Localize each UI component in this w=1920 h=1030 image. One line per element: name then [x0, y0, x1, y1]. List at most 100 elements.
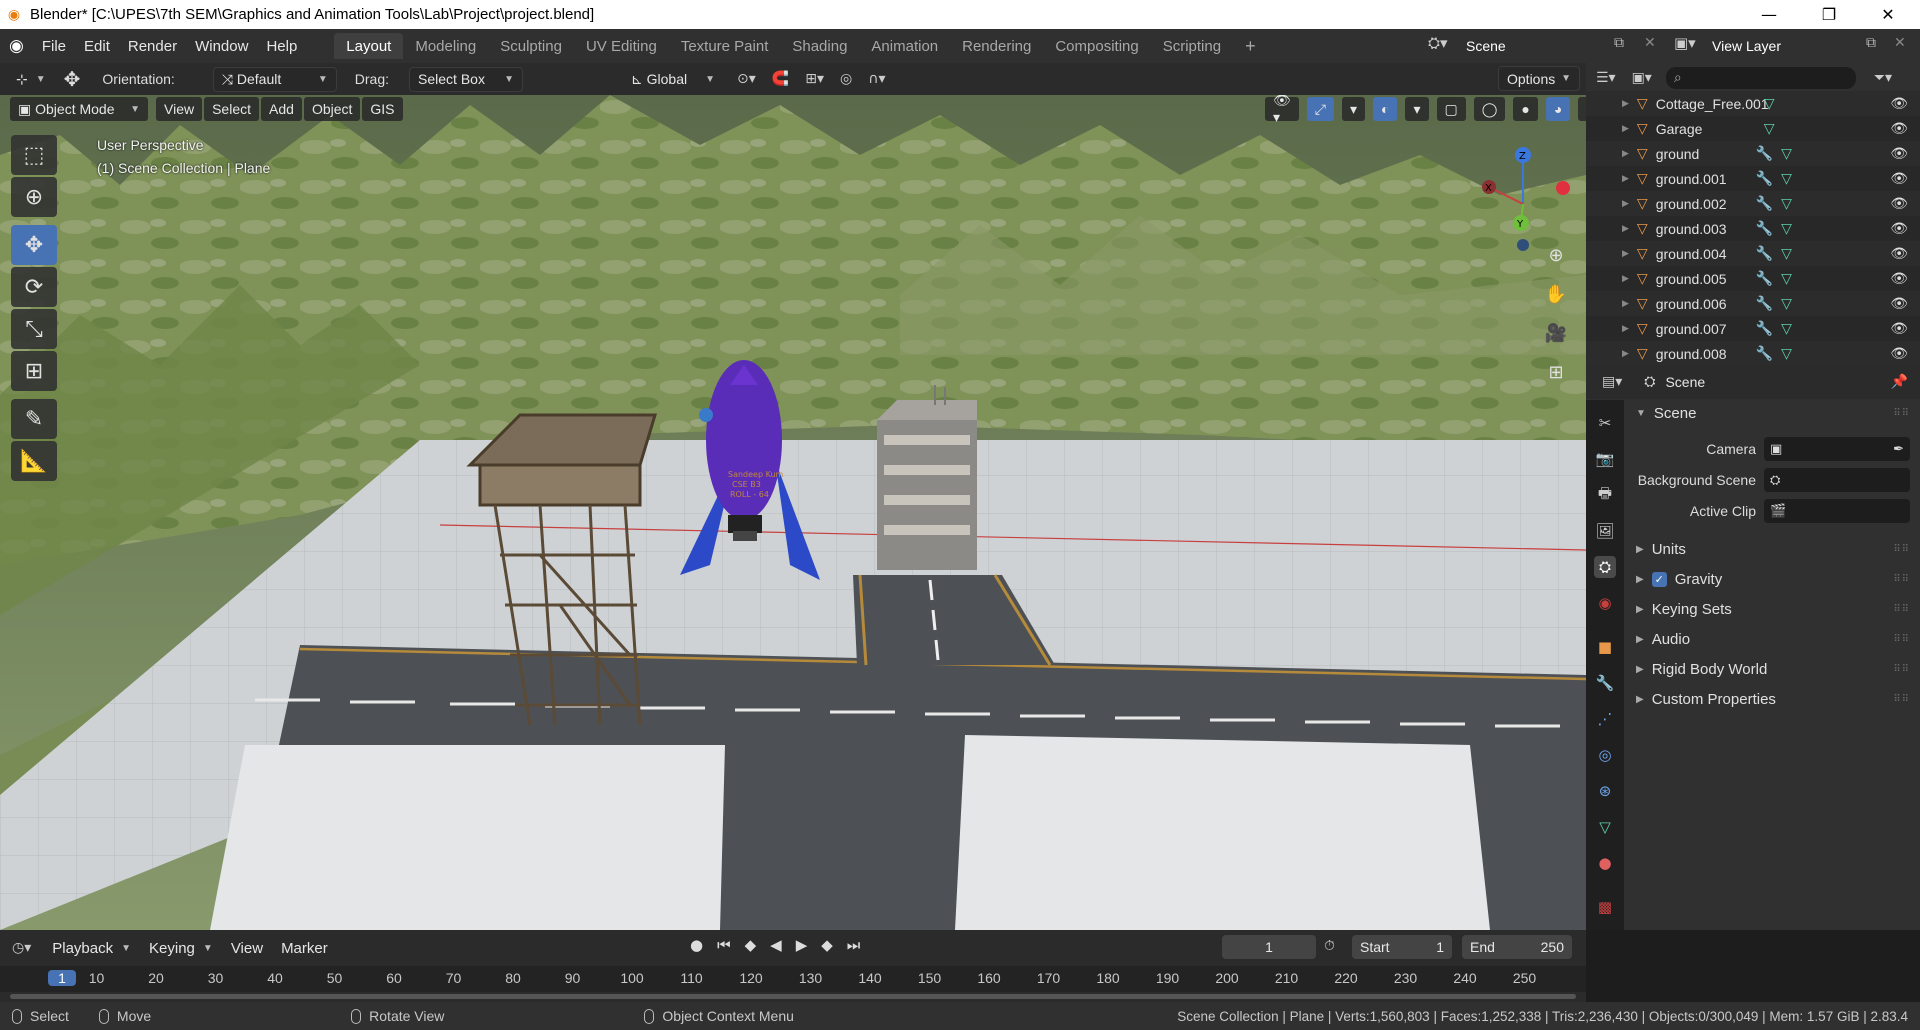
expand-right-icon[interactable]: ▶ [1622, 248, 1629, 259]
expand-right-icon[interactable]: ▶ [1622, 198, 1629, 209]
eye-icon[interactable]: 👁 [1890, 345, 1908, 362]
menu-select[interactable]: Select [204, 97, 260, 121]
eye-icon[interactable]: 👁 [1890, 195, 1908, 212]
wireframe-shading-icon[interactable]: ◯ [1473, 97, 1506, 121]
tab-rendering[interactable]: Rendering [950, 33, 1043, 59]
modifier-icon[interactable]: 🔧 [1756, 345, 1773, 362]
mesh-data-icon[interactable]: ▽ [1781, 245, 1792, 262]
end-frame-input[interactable]: End 250 [1462, 935, 1572, 959]
tool-properties-icon[interactable]: ✂ [1594, 412, 1616, 434]
data-properties-icon[interactable]: ▽ [1594, 816, 1616, 838]
outliner-type-icon[interactable]: ☰▾ [1596, 70, 1616, 86]
view-layer-icon[interactable]: ▣▾ [1674, 34, 1696, 52]
physics-properties-icon[interactable]: ◎ [1594, 744, 1616, 766]
eye-icon[interactable]: 👁 [1890, 270, 1908, 287]
visibility-icon[interactable]: 👁▾ [1265, 95, 1299, 125]
filter-icon[interactable]: ⏷▾ [1874, 70, 1892, 86]
mesh-data-icon[interactable]: ▽ [1781, 220, 1792, 237]
cursor-tool[interactable]: ⊕ [11, 177, 57, 217]
menu-gis[interactable]: GIS [362, 97, 403, 121]
eye-icon[interactable]: 👁 [1890, 145, 1908, 162]
mesh-data-icon[interactable]: ▽ [1764, 120, 1775, 137]
drag-dropdown[interactable]: Select Box ▼ [409, 66, 524, 92]
expand-right-icon[interactable]: ▶ [1622, 123, 1629, 134]
active-clip-input[interactable]: 🎬 [1764, 499, 1910, 523]
measure-tool[interactable]: 📐 [11, 441, 57, 481]
mesh-data-icon[interactable]: ▽ [1781, 345, 1792, 362]
properties-editor-icon[interactable]: ▤▾ [1602, 374, 1622, 390]
mesh-data-icon[interactable]: ▽ [1781, 145, 1792, 162]
expand-right-icon[interactable]: ▶ [1622, 173, 1629, 184]
new-view-layer-icon[interactable]: ⧉ [1866, 35, 1876, 51]
timeline-editor-icon[interactable]: ◷▾ [12, 940, 31, 956]
timeline-ruler[interactable]: 1 10 20 30 40 50 60 70 80 90 100 110 120 130 140 150 160… [0, 966, 1586, 992]
eye-icon[interactable]: 👁 [1890, 120, 1908, 137]
menu-view[interactable]: View [156, 97, 203, 121]
gravity-checkbox[interactable]: ✓ [1651, 571, 1667, 587]
mesh-data-icon[interactable]: ▽ [1781, 320, 1792, 337]
mesh-data-icon[interactable]: ▽ [1781, 195, 1792, 212]
rendered-shading-icon[interactable]: ◔▾ [1578, 97, 1586, 121]
transform-tool[interactable]: ⊞ [11, 351, 57, 391]
proportional-edit-icon[interactable]: ◎ [840, 71, 852, 87]
eye-icon[interactable]: 👁 [1890, 245, 1908, 262]
drag-handle-icon[interactable]: ⠿⠿ [1893, 694, 1910, 705]
gravity-section[interactable]: ▶ ✓ Gravity ⠿⠿ [1634, 566, 1910, 592]
snap-icon[interactable]: 🧲 [772, 71, 789, 87]
next-keyframe-icon[interactable]: ◆ [821, 936, 833, 954]
tab-shading[interactable]: Shading [780, 33, 859, 59]
eye-icon[interactable]: 👁 [1890, 320, 1908, 337]
expand-right-icon[interactable]: ▶ [1622, 323, 1629, 334]
expand-right-icon[interactable]: ▶ [1622, 348, 1629, 359]
outliner-item[interactable]: ▶ ▽ Cottage_Free.001 ▽ 👁 [1586, 91, 1920, 116]
blender-menu-icon[interactable]: ◉ [0, 29, 33, 63]
gizmo-dropdown-icon[interactable]: ▾ [1341, 97, 1366, 121]
minimize-button[interactable]: — [1745, 0, 1793, 29]
eye-icon[interactable]: 👁 [1890, 170, 1908, 187]
modifier-icon[interactable]: 🔧 [1756, 320, 1773, 337]
mesh-data-icon[interactable]: ▽ [1781, 295, 1792, 312]
modifier-icon[interactable]: 🔧 [1756, 170, 1773, 187]
object-properties-icon[interactable]: ■ [1594, 636, 1616, 658]
start-frame-input[interactable]: Start 1 [1352, 935, 1452, 959]
tab-compositing[interactable]: Compositing [1043, 33, 1150, 59]
material-properties-icon[interactable]: ● [1594, 852, 1616, 874]
menu-edit[interactable]: Edit [75, 29, 119, 63]
zoom-icon[interactable]: ⊕ [1538, 237, 1574, 273]
record-icon[interactable]: ● [690, 936, 703, 954]
outliner-search-input[interactable]: ⌕ [1665, 67, 1856, 89]
tab-uv-editing[interactable]: UV Editing [574, 33, 669, 59]
scene-icon[interactable]: ⛭▾ [1428, 34, 1448, 52]
drag-handle-icon[interactable]: ⠿⠿ [1893, 408, 1910, 419]
drag-handle-icon[interactable]: ⠿⠿ [1893, 544, 1910, 555]
outliner-item[interactable]: ▶ ▽ ground 🔧 ▽ 👁 [1586, 141, 1920, 166]
menu-add[interactable]: Add [261, 97, 302, 121]
menu-file[interactable]: File [33, 29, 75, 63]
falloff-icon[interactable]: ∩▾ [868, 71, 885, 87]
view-layer-selector[interactable]: View Layer [1712, 34, 1862, 58]
tab-layout[interactable]: Layout [334, 33, 404, 59]
modifier-icon[interactable]: 🔧 [1756, 220, 1773, 237]
scene-panel-header[interactable]: ▼ Scene ⠿⠿ [1634, 400, 1910, 426]
tab-sculpting[interactable]: Sculpting [488, 33, 574, 59]
scene-properties-icon[interactable]: ⛭ [1594, 556, 1616, 578]
view-layer-properties-icon[interactable]: 🖼 [1594, 520, 1616, 542]
editor-type-dropdown[interactable]: ⊹ ▼ [8, 67, 54, 92]
material-shading-icon[interactable]: ◕ [1545, 97, 1571, 121]
mesh-data-icon[interactable]: ▽ [1781, 270, 1792, 287]
new-scene-icon[interactable]: ⧉ [1614, 35, 1624, 51]
rigid-body-world-section[interactable]: ▶ Rigid Body World ⠿⠿ [1634, 656, 1910, 682]
overlay-toggle-icon[interactable]: ◐ [1373, 97, 1398, 121]
xray-icon[interactable]: ▢ [1436, 97, 1466, 121]
eyedropper-icon[interactable]: ✒ [1893, 442, 1904, 457]
tab-texture-paint[interactable]: Texture Paint [669, 33, 781, 59]
pan-hand-icon[interactable]: ✋ [1538, 276, 1574, 312]
timeline-scrollbar[interactable] [10, 994, 1576, 999]
tab-animation[interactable]: Animation [859, 33, 950, 59]
eye-icon[interactable]: 👁 [1890, 95, 1908, 112]
restore-button[interactable]: ❐ [1805, 0, 1853, 29]
outliner-item[interactable]: ▶ ▽ ground.003 🔧 ▽ 👁 [1586, 216, 1920, 241]
audio-section[interactable]: ▶ Audio ⠿⠿ [1634, 626, 1910, 652]
drag-handle-icon[interactable]: ⠿⠿ [1893, 604, 1910, 615]
modifier-icon[interactable]: 🔧 [1756, 270, 1773, 287]
